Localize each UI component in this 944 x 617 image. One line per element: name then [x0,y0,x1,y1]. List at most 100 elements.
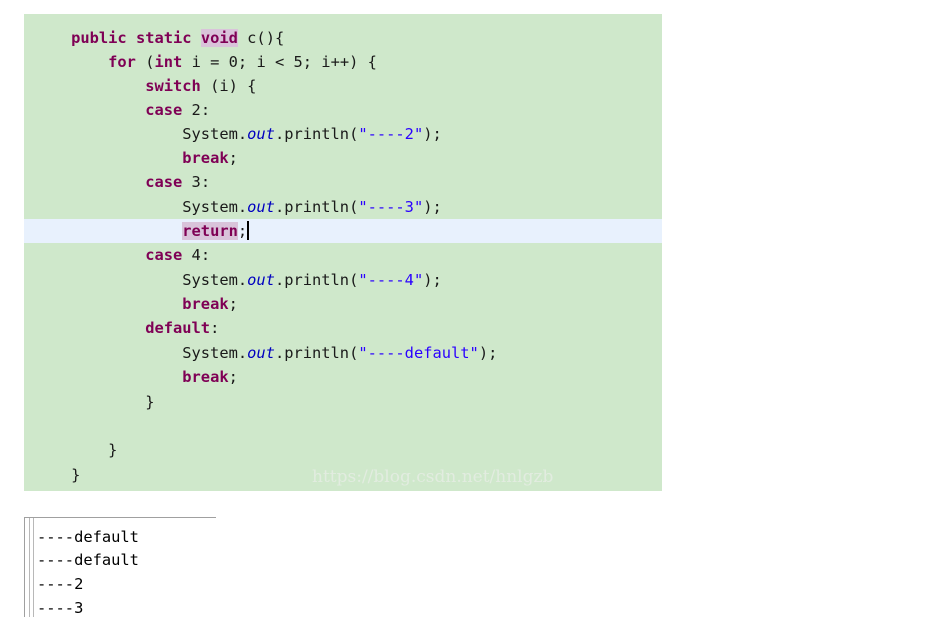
keyword: case [145,101,183,119]
string-literal: "----2" [358,125,424,143]
string-literal: "----default" [358,344,479,362]
code-line[interactable]: } [24,438,662,462]
code-line-text: case 2: [34,98,210,122]
code-token: } [34,466,81,484]
code-token: c(){ [237,29,285,47]
code-token: ; [237,222,248,240]
code-token: .println( [274,125,359,143]
keyword: break [182,368,229,386]
code-line[interactable]: case 2: [24,98,662,122]
code-line-text: case 4: [34,243,210,267]
code-editor[interactable]: public static void c(){ for (int i = 0; … [24,14,662,491]
code-line[interactable]: case 3: [24,170,662,194]
code-line[interactable] [24,414,662,438]
keyword: void [200,29,238,47]
keyword: public static [71,29,201,47]
keyword: case [145,173,183,191]
keyword: break [182,295,229,313]
keyword: default [145,319,211,337]
code-token: .println( [274,198,359,216]
keyword: return [182,222,238,240]
keyword: case [145,246,183,264]
code-line-text: return; [34,219,250,243]
code-token: System. [34,271,248,289]
code-line-text: default: [34,316,219,340]
code-line[interactable]: switch (i) { [24,74,662,98]
console-line: ----2 [37,575,84,593]
keyword: int [154,53,183,71]
code-line-text: System.out.println("----4"); [34,268,442,292]
console-line: ----default [37,528,139,546]
code-line-text: } [34,463,80,487]
code-line[interactable]: default: [24,316,662,340]
code-line[interactable]: } [24,390,662,414]
code-token: ; [228,368,238,386]
code-token: : [210,319,220,337]
text-cursor [247,221,250,240]
code-token: System. [34,198,248,216]
code-line[interactable]: System.out.println("----3"); [24,195,662,219]
code-token: ; [228,149,238,167]
code-line-text: } [34,390,154,414]
static-field: out [247,125,275,143]
string-literal: "----3" [358,198,424,216]
code-token: ); [478,344,498,362]
code-line[interactable]: public static void c(){ [24,26,662,50]
code-token: (i) { [200,77,257,95]
code-token: System. [34,344,248,362]
code-line[interactable]: return; [24,219,662,243]
code-line[interactable]: System.out.println("----2"); [24,122,662,146]
keyword: for [108,53,136,71]
code-line-text: System.out.println("----default"); [34,341,497,365]
code-line-text: break; [34,365,238,389]
code-line[interactable]: case 4: [24,243,662,267]
static-field: out [247,198,275,216]
code-token: ); [423,125,442,143]
code-token: 3: [182,173,211,191]
code-line[interactable]: System.out.println("----4"); [24,268,662,292]
code-token: i = 0; i < 5; i++) { [182,53,377,71]
keyword: break [182,149,229,167]
console-gutter [29,518,34,617]
code-token: 2: [182,101,211,119]
code-token: ; [228,295,238,313]
code-token: .println( [274,344,359,362]
code-line[interactable]: break; [24,292,662,316]
code-line[interactable]: for (int i = 0; i < 5; i++) { [24,50,662,74]
console-line: ----default [37,551,139,569]
code-token: } [34,441,118,459]
watermark: https://blog.csdn.net/hnlgzb [312,467,554,487]
console-output-panel[interactable]: ----default ----default ----2 ----3 [24,517,216,617]
code-line[interactable]: break; [24,146,662,170]
code-line-text: break; [34,292,238,316]
code-line-text: break; [34,146,238,170]
code-token: System. [34,125,248,143]
code-line-text: System.out.println("----3"); [34,195,442,219]
code-token: 4: [182,246,211,264]
code-line-text: public static void c(){ [34,26,284,50]
code-token: .println( [274,271,359,289]
code-token: ); [423,271,442,289]
code-line-text: switch (i) { [34,74,256,98]
code-token: ( [135,53,155,71]
console-line: ----3 [37,599,84,617]
static-field: out [247,344,275,362]
static-field: out [247,271,275,289]
code-line-text: for (int i = 0; i < 5; i++) { [34,50,377,74]
code-token: } [34,393,155,411]
code-line[interactable]: System.out.println("----default"); [24,341,662,365]
string-literal: "----4" [358,271,424,289]
code-line[interactable]: break; [24,365,662,389]
code-line-text: System.out.println("----2"); [34,122,442,146]
